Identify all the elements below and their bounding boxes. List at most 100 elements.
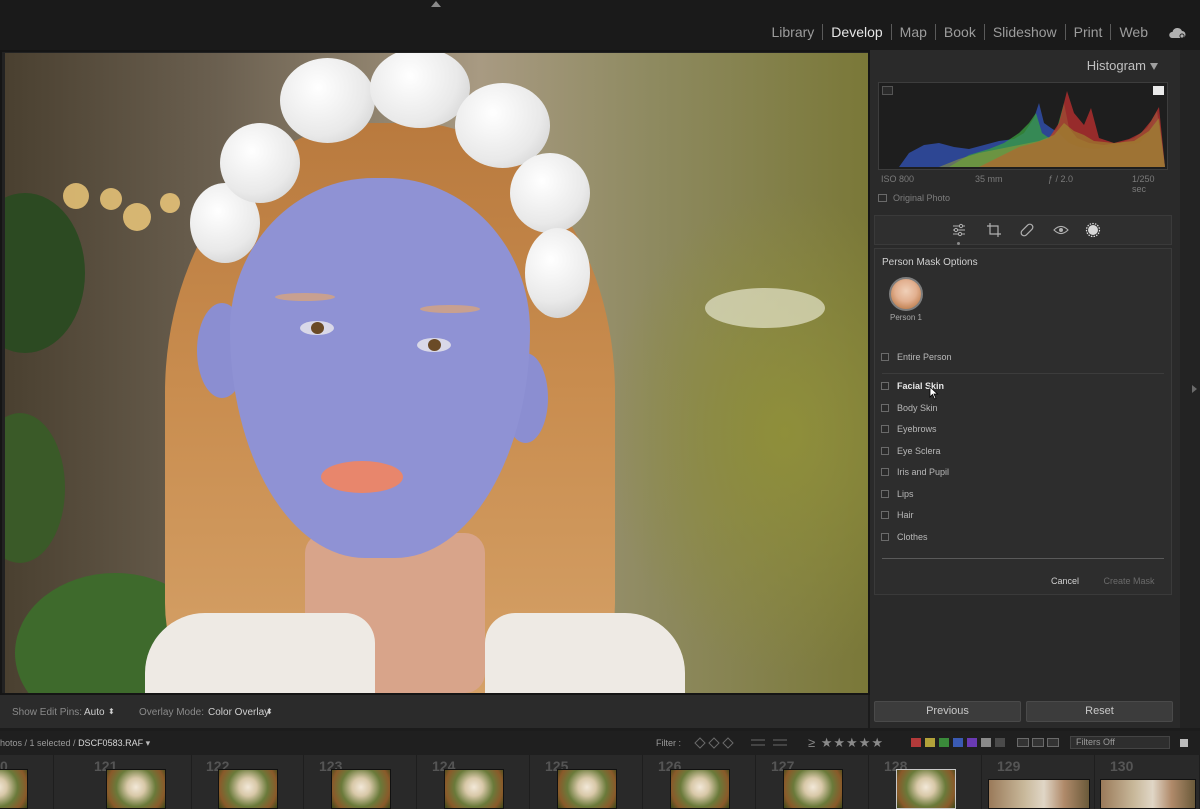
option-entire-person[interactable]: Entire Person [881,352,952,362]
eyebrow-left [275,293,335,301]
color-label-none[interactable] [995,738,1005,747]
film-thumbnail[interactable] [669,769,730,809]
rating-filter-stars[interactable]: ≥ ★★★★★ [808,735,884,751]
module-web[interactable]: Web [1111,24,1156,40]
film-thumbnail[interactable] [895,769,956,809]
filter-preset-select[interactable]: Filters Off [1070,736,1170,749]
color-label-custom[interactable] [981,738,991,747]
module-develop[interactable]: Develop [823,24,892,40]
film-thumbnail[interactable] [105,769,166,809]
film-thumbnail[interactable] [556,769,617,809]
module-book[interactable]: Book [936,24,985,40]
original-photo-toggle[interactable]: Original Photo [878,193,950,203]
lips [321,461,403,493]
film-thumbnail[interactable] [443,769,504,809]
kind-filter-icon[interactable] [1032,738,1044,747]
right-panel-edge [1180,50,1200,728]
overlay-mode-chevron-icon[interactable]: ⬍ [266,707,273,716]
film-cell[interactable]: 124 [418,755,530,809]
film-cell[interactable]: 0 [0,755,54,809]
histogram-collapse-icon[interactable] [1150,63,1158,70]
headband-ball [280,58,375,143]
masking-icon[interactable] [1085,222,1101,238]
module-map[interactable]: Map [892,24,936,40]
filename-dropdown-icon[interactable]: ▾ [146,738,151,748]
original-photo-checkbox[interactable] [878,194,887,202]
option-lips[interactable]: Lips [881,489,914,499]
film-cell[interactable]: 128 [870,755,982,809]
color-label-red[interactable] [911,738,921,747]
film-thumbnail[interactable] [330,769,391,809]
edit-pins-chevron-icon[interactable]: ⬍ [108,707,115,716]
previous-button[interactable]: Previous [874,701,1021,722]
eye-sclera-checkbox[interactable] [881,447,889,455]
film-thumbnail[interactable] [782,769,843,809]
clothes-checkbox[interactable] [881,533,889,541]
shadow-clipping-icon[interactable] [882,86,893,95]
option-body-skin[interactable]: Body Skin [881,403,938,413]
option-iris-and-pupil[interactable]: Iris and Pupil [881,467,949,477]
entire-person-checkbox[interactable] [881,353,889,361]
film-cell[interactable]: 121 [80,755,192,809]
film-cell[interactable]: 127 [757,755,869,809]
module-library[interactable]: Library [764,24,824,40]
film-cell[interactable]: 125 [531,755,643,809]
film-thumbnail[interactable] [987,779,1090,809]
headband-ball [510,153,590,233]
highlight-clipping-icon[interactable] [1153,86,1164,95]
film-cell[interactable]: 129 [983,755,1095,809]
create-mask-button[interactable]: Create Mask [1098,573,1160,589]
color-label-green[interactable] [939,738,949,747]
overlay-mode-label: Overlay Mode: [139,707,205,718]
film-cell[interactable]: 130 [1096,755,1200,809]
edit-sliders-icon[interactable] [951,222,967,238]
cloud-sync-icon[interactable] [1168,27,1186,39]
bokeh-light [100,188,122,210]
filmstrip[interactable]: 0 121 122 123 124 125 126 127 128 129 13… [0,755,1200,809]
module-slideshow[interactable]: Slideshow [985,24,1066,40]
person-1-thumbnail[interactable] [889,277,923,311]
option-hair[interactable]: Hair [881,510,914,520]
body-skin-checkbox[interactable] [881,404,889,412]
iso-value: ISO 800 [881,174,915,184]
color-label-purple[interactable] [967,738,977,747]
cancel-button[interactable]: Cancel [1043,573,1087,589]
reset-button[interactable]: Reset [1026,701,1173,722]
main-photo-canvas[interactable] [5,53,868,693]
module-list: Library Develop Map Book Slideshow Print… [764,24,1157,40]
film-cell[interactable]: 122 [192,755,304,809]
filter-lock-icon[interactable] [1180,739,1188,747]
histogram-header[interactable]: Histogram [870,54,1180,76]
red-eye-icon[interactable] [1053,222,1069,238]
film-thumbnail[interactable] [217,769,278,809]
active-tool-indicator [957,242,960,245]
hair-checkbox[interactable] [881,511,889,519]
hair-label: Hair [897,510,914,520]
option-eyebrows[interactable]: Eyebrows [881,424,937,434]
overlay-mode-select[interactable]: Color Overlay [208,707,269,718]
eye-left [300,321,334,335]
lips-checkbox[interactable] [881,490,889,498]
healing-bandage-icon[interactable] [1019,222,1035,238]
flag-filter-icons[interactable] [693,736,793,750]
film-cell[interactable]: 123 [305,755,417,809]
film-thumbnail[interactable] [1100,779,1196,809]
color-label-yellow[interactable] [925,738,935,747]
film-cell[interactable]: 126 [644,755,756,809]
iris-and-pupil-checkbox[interactable] [881,468,889,476]
option-eye-sclera[interactable]: Eye Sclera [881,446,941,456]
collapse-right-panel-arrow-icon[interactable] [1192,385,1197,393]
module-print[interactable]: Print [1066,24,1112,40]
color-label-blue[interactable] [953,738,963,747]
film-thumbnail[interactable] [0,769,28,809]
edit-pins-select[interactable]: Auto [84,707,105,718]
eyebrows-checkbox[interactable] [881,425,889,433]
crop-icon[interactable] [986,222,1002,238]
option-clothes[interactable]: Clothes [881,532,928,542]
kind-filter-icon[interactable] [1017,738,1029,747]
kind-filter-icon[interactable] [1047,738,1059,747]
facial-skin-checkbox[interactable] [881,382,889,390]
histogram-graph[interactable] [878,82,1168,170]
filmstrip-source-path[interactable]: hotos / 1 selected / DSCF0583.RAF ▾ [0,738,150,749]
collapse-top-panel-arrow-icon[interactable] [431,1,441,7]
